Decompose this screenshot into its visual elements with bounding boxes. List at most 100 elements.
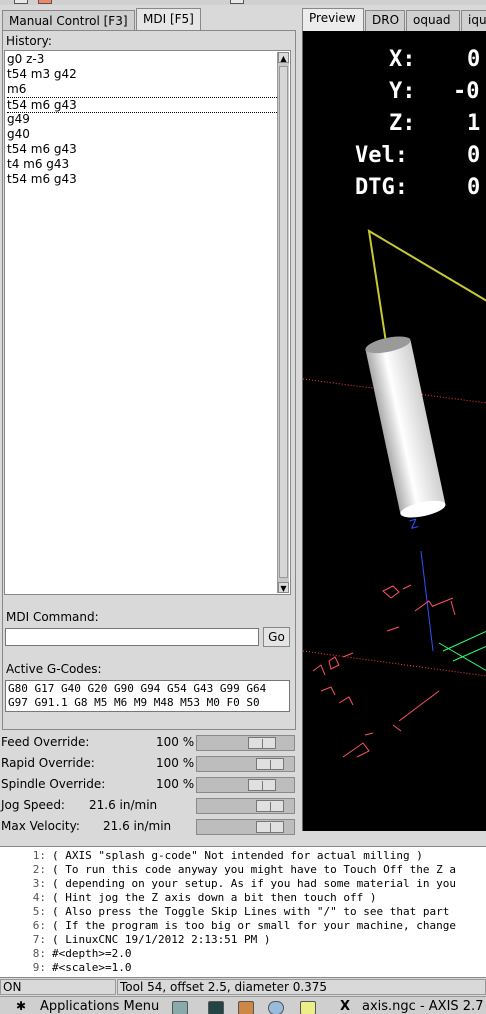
line-number: 4: [32,891,46,904]
status-bar: ON Tool 54, offset 2.5, diameter 0.375 [0,977,486,995]
rapid-override-slider[interactable] [196,756,295,772]
launcher-icon[interactable] [172,1001,188,1014]
jog-speed-value: 21.6 in/min [89,798,158,812]
gcode-text[interactable]: 1: ( AXIS "splash g-code" Not intended fo… [0,846,486,977]
tab-preview[interactable]: Preview [302,8,364,32]
code-line: 6: ( If the program is too big or small f… [0,919,456,933]
machine-status: ON [0,979,116,995]
line-number: 2: [32,863,46,876]
code-line: 7: ( LinuxCNC 19/1/2012 2:13:51 PM ) [0,933,271,947]
line-text: #<depth>=2.0 [52,947,132,960]
max-velocity-slider[interactable] [196,819,295,835]
active-gcodes-line: G97 G91.1 G8 M5 M6 M9 M48 M53 M0 F0 S0 [8,696,260,709]
spindle-override-slider[interactable] [196,777,295,793]
max-velocity-row: Max Velocity: 21.6 in/min [0,817,296,837]
tool-path [367,229,486,350]
history-scrollbar[interactable]: ▲ ▼ [277,52,289,593]
dro-y-value: -0 [453,79,480,104]
taskbar: ✱ Applications Menu X axis.ngc - AXIS 2.… [0,996,486,1014]
tab-manual-control[interactable]: Manual Control [F3] [2,10,135,32]
feed-override-value: 100 % [156,735,195,749]
line-text: ( If the program is too big or small for… [52,919,456,932]
max-velocity-value: 21.6 in/min [103,819,172,833]
code-line: 8: #<depth>=2.0 [0,947,132,961]
line-text: ( depending on your setup. As if you had… [52,877,456,890]
rapid-override-value: 100 % [156,756,195,770]
slider-knob[interactable] [256,800,284,812]
tab-dro[interactable]: DRO [365,10,405,32]
line-text: ( Hint jog the Z axis down a bit then to… [52,891,377,904]
line-number: 7: [32,933,46,946]
toolbar-icon[interactable] [38,0,52,4]
mdi-command-input[interactable] [5,628,259,646]
line-text: #<scale>=1.0 [52,961,132,974]
dro-y-label: Y: [389,79,416,104]
line-text: ( AXIS "splash g-code" Not intended for … [52,849,423,862]
files-icon[interactable] [238,1001,254,1014]
line-text: ( To run this code anyway you might have… [52,863,456,876]
history-item[interactable]: t54 m6 g43 [7,97,277,113]
history-item[interactable]: g0 z-3 [7,52,44,66]
history-item[interactable]: m6 [7,82,26,96]
applications-menu[interactable]: Applications Menu [40,999,159,1014]
feed-override-slider[interactable] [196,735,295,751]
top-strip [0,0,486,5]
dro-x-label: X: [389,47,416,72]
scroll-down-icon[interactable]: ▼ [278,582,289,593]
tool-cylinder [365,336,446,518]
slider-knob[interactable] [248,737,276,749]
active-gcodes-label: Active G-Codes: [6,662,102,676]
extents-dimensions [312,584,456,758]
z-axis-glyph: Z [408,516,420,532]
terminal-icon[interactable] [208,1001,224,1014]
code-line: 5: ( Also press the Toggle Skip Lines wit… [0,905,450,919]
scroll-up-icon[interactable]: ▲ [278,52,289,63]
go-button[interactable]: Go [263,627,290,647]
spindle-override-row: Spindle Override: 100 % [0,775,296,795]
history-item[interactable]: t54 m3 g42 [7,67,77,81]
dro-z-value: 1 [467,111,481,136]
applications-menu-icon[interactable]: ✱ [16,999,26,1014]
tool-status: Tool 54, offset 2.5, diameter 0.375 [117,979,486,995]
slider-knob[interactable] [248,779,276,791]
feed-override-label: Feed Override: [1,735,90,749]
tab-oquad[interactable]: oquad [406,10,460,32]
tab-mdi[interactable]: MDI [F5] [136,8,201,32]
spindle-override-value: 100 % [156,777,195,791]
extents-grid [438,630,486,671]
window-icon[interactable]: X [340,999,350,1014]
jog-speed-label: Jog Speed: [1,798,65,812]
taskbar-window-axis[interactable]: axis.ngc - AXIS 2.7 [362,999,483,1014]
history-item[interactable]: t54 m6 g43 [7,172,77,186]
slider-knob[interactable] [256,821,284,833]
code-line: 9: #<scale>=1.0 [0,961,132,975]
slider-knob[interactable] [256,758,284,770]
dro-dtg-label: DTG: [355,175,408,200]
browser-icon[interactable] [268,1001,284,1014]
history-list[interactable]: g0 z-3 t54 m3 g42 m6 t54 m6 g43 g49 g40 t54 m6… [4,50,291,595]
z-axis-line [420,550,434,652]
dro-z-label: Z: [389,111,416,136]
toolbar-icon[interactable] [14,0,28,4]
jog-speed-slider[interactable] [196,798,295,814]
history-item[interactable]: t4 m6 g43 [7,157,69,171]
line-number: 1: [32,849,46,862]
history-label: History: [6,34,52,48]
history-item[interactable]: t54 m6 g43 [7,142,77,156]
history-item[interactable]: g40 [7,127,30,141]
mdi-command-label: MDI Command: [6,610,99,624]
toolbar-icon[interactable] [230,0,244,4]
editor-icon[interactable] [300,1001,316,1014]
line-number: 5: [32,905,46,918]
code-line: 2: ( To run this code anyway you might ha… [0,863,456,877]
line-number: 9: [32,961,46,974]
tab-iquad[interactable]: iqu [461,10,486,32]
scroll-thumb[interactable] [279,66,288,578]
dro-vel-label: Vel: [355,143,408,168]
line-number: 8: [32,947,46,960]
history-item[interactable]: g49 [7,112,30,126]
active-gcodes-box: G80 G17 G40 G20 G90 G94 G54 G43 G99 G64 … [5,680,290,712]
line-text: ( Also press the Toggle Skip Lines with … [52,905,450,918]
line-number: 3: [32,877,46,890]
preview-canvas[interactable]: Z X: 0 Y: -0 Z: 1 Vel: 0 DTG: 0 [302,31,486,831]
